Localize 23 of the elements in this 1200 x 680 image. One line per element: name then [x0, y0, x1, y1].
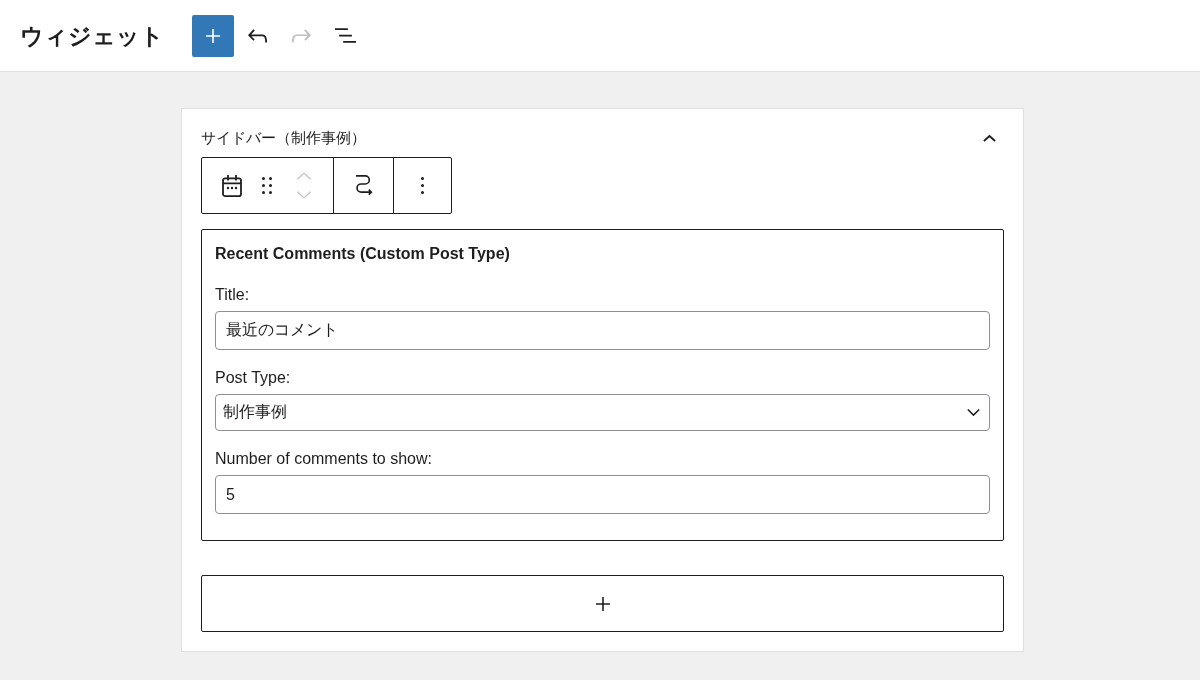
widget-heading: Recent Comments (Custom Post Type) [215, 244, 511, 264]
chevron-up-icon [982, 134, 996, 142]
field-label: Post Type: [215, 368, 292, 388]
field-label: Title: [215, 285, 251, 305]
number-input[interactable]: 5 [215, 475, 990, 514]
grip-dots-icon [262, 177, 272, 194]
panel-title: サイドバー（制作事例） [201, 128, 366, 148]
chevron-down-icon [967, 409, 980, 416]
redo-icon [291, 28, 311, 43]
undo-icon [247, 28, 267, 43]
chevron-up-icon [297, 172, 311, 180]
plus-icon [206, 28, 220, 43]
calendar-icon [222, 174, 242, 197]
more-vertical-icon [421, 177, 424, 194]
field-label: Number of comments to show: [215, 449, 433, 469]
list-view-icon [334, 28, 356, 43]
chevron-down-icon [297, 191, 311, 199]
add-block-button[interactable] [201, 575, 1004, 632]
text-input[interactable]: 最近のコメント [215, 311, 990, 350]
dropdown[interactable]: 制作事例 [215, 394, 990, 431]
plus-icon [595, 596, 610, 611]
page-title: ウィジェット [20, 21, 164, 51]
loop-arrow-icon [354, 175, 373, 196]
